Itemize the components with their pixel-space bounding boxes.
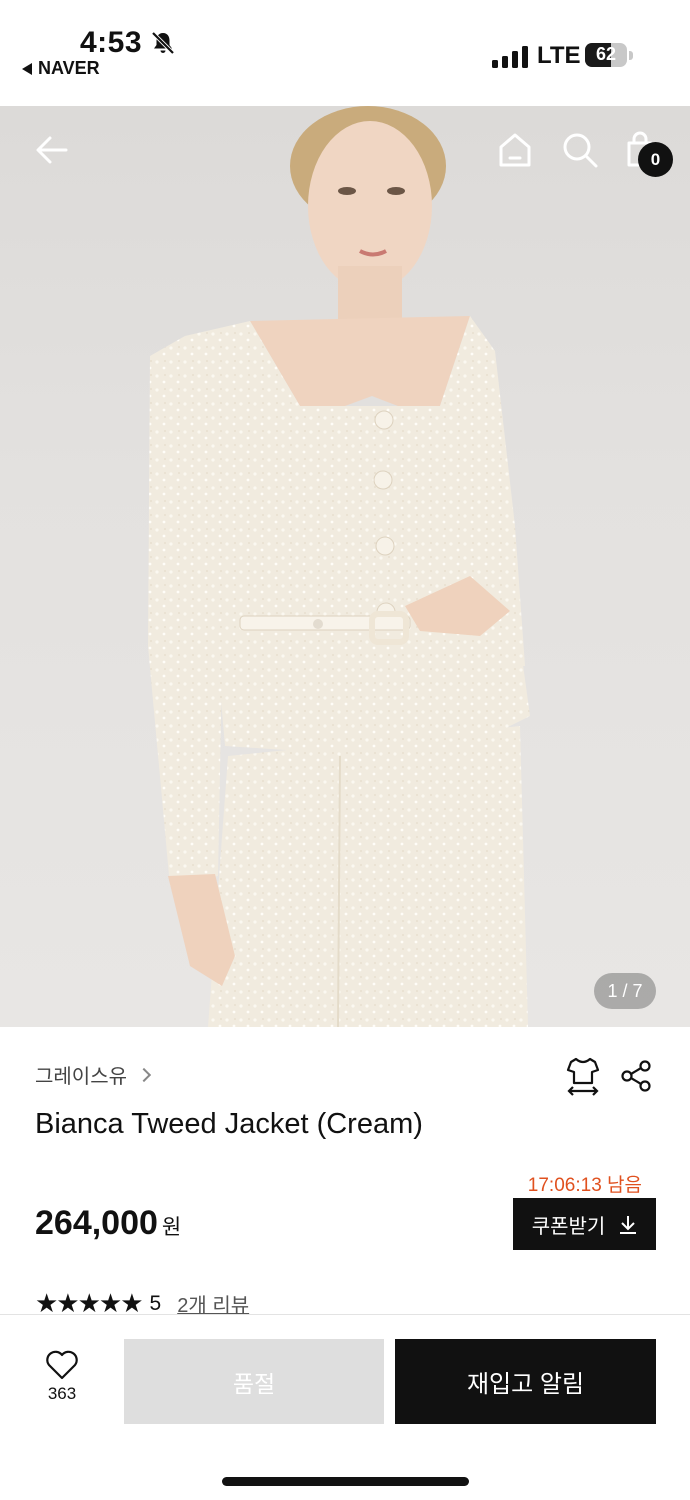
share-icon — [621, 1060, 651, 1092]
size-guide-icon — [566, 1057, 600, 1096]
search-icon — [563, 133, 598, 168]
size-guide-button[interactable] — [563, 1056, 603, 1096]
battery-percent: 62 — [595, 44, 617, 64]
brand-name: 그레이스유 — [35, 1066, 127, 1088]
home-icon — [499, 133, 531, 167]
cart-count-badge: 0 — [638, 142, 673, 177]
back-arrow-icon — [36, 136, 68, 164]
home-indicator[interactable] — [222, 1477, 469, 1486]
product-photo — [148, 106, 530, 1027]
chevron-right-icon — [136, 1067, 152, 1082]
back-button[interactable] — [28, 126, 76, 174]
download-icon — [620, 1216, 637, 1234]
status-time: 4:53 — [80, 26, 143, 59]
battery-icon: 62 — [585, 43, 627, 67]
bell-slash-icon — [151, 31, 175, 55]
coupon-label: 쿠폰받기 — [531, 1215, 606, 1238]
battery-cap — [629, 51, 633, 60]
product-title: Bianca Tweed Jacket (Cream) — [35, 1108, 423, 1140]
heart-icon — [46, 1350, 78, 1380]
wishlist-button[interactable]: 363 — [30, 1350, 94, 1404]
product-price: 264,000 원 — [35, 1204, 181, 1243]
network-label: LTE — [537, 42, 581, 69]
rating-score: 5 — [149, 1291, 162, 1315]
home-button[interactable] — [491, 126, 539, 174]
status-bar: 4:53 NAVER LTE 62 — [0, 0, 690, 106]
back-to-app[interactable]: NAVER — [22, 58, 100, 79]
coupon-countdown: 17:06:13 남음 — [527, 1175, 642, 1196]
back-app-label: NAVER — [38, 58, 100, 78]
product-image-carousel[interactable]: 0 1 / 7 — [0, 106, 690, 1027]
price-amount: 264,000 — [35, 1204, 158, 1242]
brand-link[interactable]: 그레이스유 — [35, 1060, 152, 1089]
share-button[interactable] — [616, 1056, 656, 1096]
search-button[interactable] — [556, 126, 604, 174]
signal-icon — [492, 44, 528, 68]
restock-alert-button[interactable]: 재입고 알림 — [395, 1339, 656, 1424]
coupon-button[interactable]: 쿠폰받기 — [513, 1198, 656, 1250]
image-page-indicator: 1 / 7 — [594, 973, 656, 1009]
price-currency: 원 — [161, 1216, 182, 1239]
wishlist-count: 363 — [47, 1384, 77, 1403]
soldout-button[interactable]: 품절 — [124, 1339, 384, 1424]
back-triangle-icon — [22, 62, 32, 75]
